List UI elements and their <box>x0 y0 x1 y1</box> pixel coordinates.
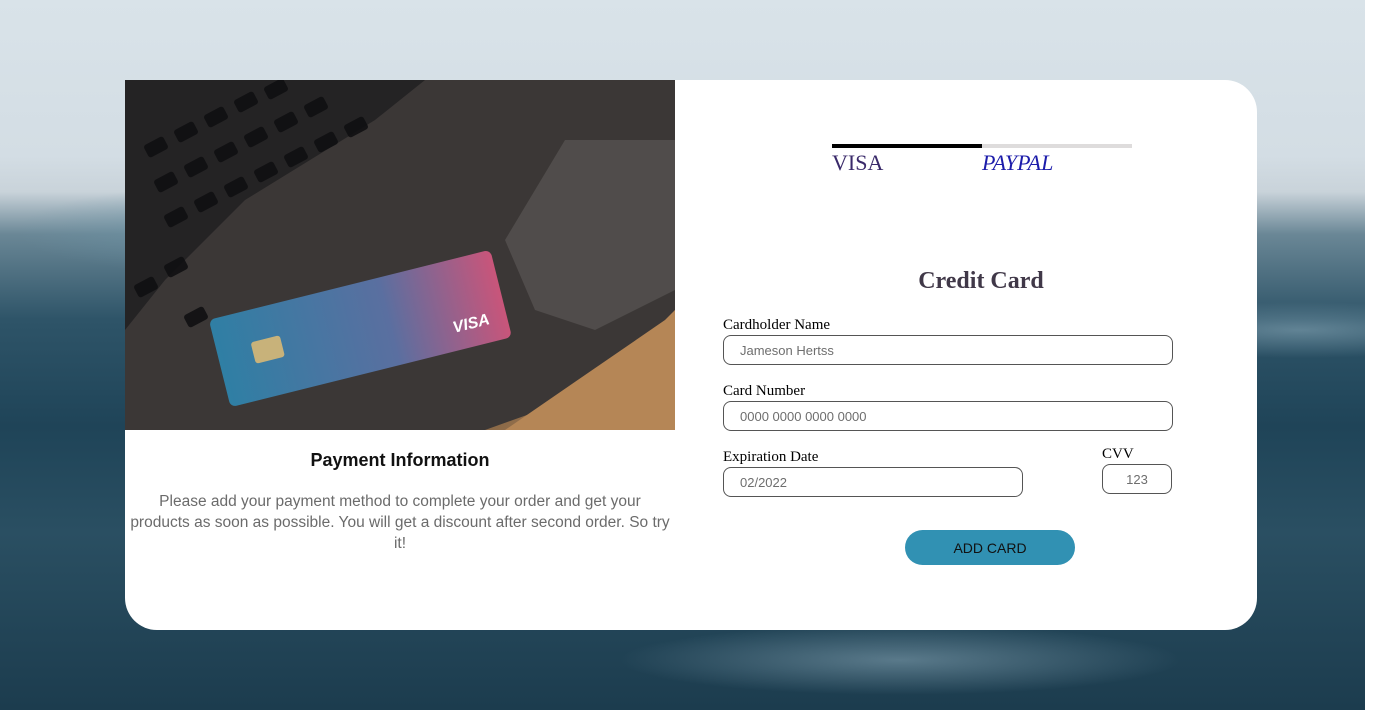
card-number-label: Card Number <box>723 383 806 399</box>
form-title: Credit Card <box>918 268 1044 294</box>
cvv-input[interactable]: 123 <box>1102 464 1172 494</box>
payment-info-description: Please add your payment method to comple… <box>130 493 670 552</box>
expiration-date-value: 02/2022 <box>740 474 787 490</box>
tab-paypal-indicator <box>982 144 1132 148</box>
card-number-input[interactable]: 0000 0000 0000 0000 <box>723 401 1173 431</box>
page-edge <box>1365 0 1373 710</box>
tab-visa-indicator <box>832 144 982 148</box>
card-number-value: 0000 0000 0000 0000 <box>740 408 867 424</box>
payment-info-title: Payment Information <box>310 450 490 470</box>
cardholder-name-value: Jameson Hertss <box>740 342 834 358</box>
cvv-label: CVV <box>1102 446 1134 462</box>
payment-method-tabs: VISA PAYPAL <box>832 144 1132 184</box>
add-card-button[interactable]: ADD CARD <box>905 530 1075 565</box>
expiration-date-label: Expiration Date <box>723 449 819 465</box>
tab-visa-label: VISA <box>832 150 884 175</box>
payment-card: VISA Payment Information Please add your… <box>125 80 1257 630</box>
cardholder-name-label: Cardholder Name <box>723 317 831 333</box>
tab-paypal-label: PAYPAL <box>982 150 1054 175</box>
cvv-value: 123 <box>1126 471 1148 487</box>
tab-visa[interactable]: VISA <box>832 144 982 184</box>
tab-paypal[interactable]: PAYPAL <box>982 144 1132 184</box>
expiration-date-input[interactable]: 02/2022 <box>723 467 1023 497</box>
cardholder-name-input[interactable]: Jameson Hertss <box>723 335 1173 365</box>
left-info: Payment Information Please add your paym… <box>125 430 675 554</box>
laptop-credit-card-photo: VISA <box>125 80 675 430</box>
